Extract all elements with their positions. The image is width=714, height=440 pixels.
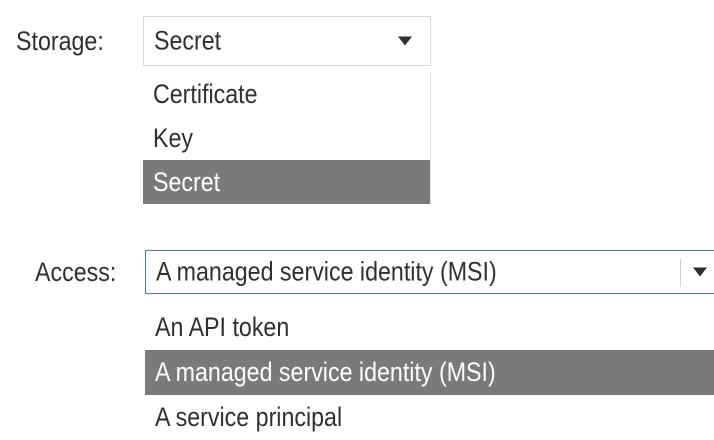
- access-label: Access:: [35, 257, 117, 287]
- chevron-down-icon[interactable]: [398, 36, 412, 46]
- access-options-list: An API token A managed service identity …: [145, 305, 714, 440]
- storage-option-certificate[interactable]: Certificate: [143, 72, 430, 116]
- access-dropdown[interactable]: A managed service identity (MSI): [145, 250, 714, 294]
- option-label: A managed service identity (MSI): [155, 357, 496, 387]
- storage-option-key[interactable]: Key: [143, 116, 430, 160]
- storage-selected-value: Secret: [154, 25, 222, 56]
- access-option-service-principal[interactable]: A service principal: [145, 395, 714, 440]
- dropdown-separator: [680, 259, 681, 287]
- option-label: Key: [153, 122, 194, 153]
- access-option-api-token[interactable]: An API token: [145, 305, 714, 350]
- storage-options-list: Certificate Key Secret: [143, 72, 431, 204]
- option-label: A service principal: [155, 402, 343, 432]
- storage-option-secret[interactable]: Secret: [143, 160, 430, 204]
- option-label: Certificate: [153, 78, 258, 109]
- option-label: An API token: [155, 312, 290, 342]
- option-label: Secret: [153, 166, 221, 197]
- storage-label: Storage:: [16, 26, 104, 56]
- access-option-msi[interactable]: A managed service identity (MSI): [145, 350, 714, 395]
- storage-dropdown[interactable]: Secret: [143, 16, 431, 66]
- access-selected-value: A managed service identity (MSI): [156, 256, 497, 287]
- chevron-down-icon[interactable]: [693, 267, 707, 277]
